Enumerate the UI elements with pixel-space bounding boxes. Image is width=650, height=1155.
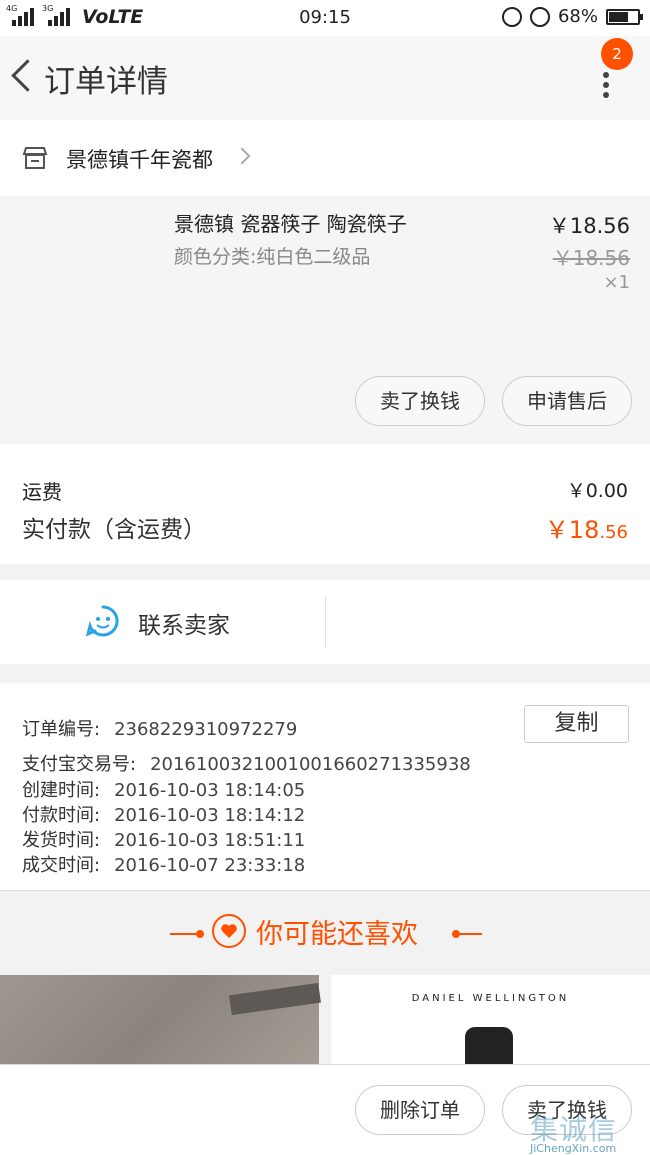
order-item[interactable]: 景德镇 瓷器筷子 陶瓷筷子 颜色分类:纯白色二级品 ￥18.56 ￥18.56 … [0,196,650,444]
item-original-price: ￥18.56 [552,246,630,270]
recommend-title: 你可能还喜欢 [256,919,418,950]
paid-time-row: 付款时间: 2016-10-03 18:14:12 [22,801,305,827]
shipped-value: 2016-10-03 18:51:11 [114,830,306,851]
battery-icon [606,8,643,25]
order-number-row: 订单编号: 2368229310972279 [22,715,297,741]
decor-dot-left [196,930,204,938]
nav-header: 订单详情 2 [0,36,650,120]
order-info: 订单编号: 2368229310972279 复制 支付宝交易号: 20161003… [0,683,650,891]
rotation-lock-icon [501,6,522,27]
notification-badge: 2 [601,38,633,70]
paid-time-label: 付款时间: [22,805,101,826]
alarm-icon [529,6,550,27]
battery-percent: 68% [557,6,598,27]
recommend-header: 你可能还喜欢 [0,902,650,964]
paid-time-value: 2016-10-03 18:14:12 [114,805,306,826]
created-value: 2016-10-03 18:14:05 [114,780,306,801]
heart-icon [212,914,246,948]
paid-amount-int: ￥18 [544,516,600,544]
completed-value: 2016-10-07 23:33:18 [114,855,306,876]
status-bar: 4G 3G VoLTE 09:15 68% [0,0,650,36]
contact-seller-button[interactable]: 联系卖家 [138,606,230,640]
watermark-url: JiChengXin.com [530,1142,617,1155]
copy-button[interactable]: 复制 [524,705,629,743]
item-sku: 颜色分类:纯白色二级品 [174,246,371,268]
watermark: 集诚信 JiChengXin.com [530,1102,650,1155]
delete-order-button[interactable]: 删除订单 [355,1085,485,1135]
divider [325,596,326,648]
alipay-label: 支付宝交易号: [22,754,137,775]
more-menu-icon[interactable] [598,66,614,102]
chevron-right-icon [233,147,251,165]
page-title: 订单详情 [44,64,168,100]
shipped-label: 发货时间: [22,830,101,851]
watch-strap-image [465,1027,513,1067]
chat-face-icon [86,605,119,637]
item-title: 景德镇 瓷器筷子 陶瓷筷子 [174,212,407,236]
paid-amount-dec: .56 [599,522,628,543]
store-row[interactable]: 景德镇千年瓷都 [0,120,650,196]
alipay-row: 支付宝交易号: 2016100321001001660271335938 [22,750,471,776]
order-number-value: 2368229310972279 [114,719,298,740]
alipay-value: 2016100321001001660271335938 [150,754,471,775]
created-row: 创建时间: 2016-10-03 18:14:05 [22,776,305,802]
shipping-value: ￥0.00 [566,480,628,502]
completed-row: 成交时间: 2016-10-07 23:33:18 [22,851,305,877]
sell-for-cash-button[interactable]: 卖了换钱 [355,376,485,426]
store-icon [22,147,48,169]
paid-label: 实付款（含运费） [22,517,206,543]
product-2-brand: DANIEL WELLINGTON [411,993,570,1004]
decor-line-right [456,933,482,935]
completed-label: 成交时间: [22,855,101,876]
status-right: 68% [501,6,643,27]
product-image-2[interactable]: DANIEL WELLINGTON [331,975,650,1067]
store-name: 景德镇千年瓷都 [66,148,213,172]
created-label: 创建时间: [22,780,101,801]
back-arrow-icon[interactable] [8,56,34,96]
after-sales-button[interactable]: 申请售后 [502,376,632,426]
fee-summary: 运费 ￥0.00 实付款（含运费） ￥18.56 [0,444,650,564]
shipping-label: 运费 [22,480,62,504]
contact-section: 联系卖家 [0,580,650,664]
shipped-row: 发货时间: 2016-10-03 18:51:11 [22,826,305,852]
item-price: ￥18.56 [548,214,630,238]
product-image-1[interactable] [0,975,319,1065]
order-number-label: 订单编号: [22,719,101,740]
recommend-products: DANIEL WELLINGTON [0,975,650,1067]
item-quantity: ×1 [603,272,630,293]
paid-amount: ￥18.56 [545,510,628,545]
